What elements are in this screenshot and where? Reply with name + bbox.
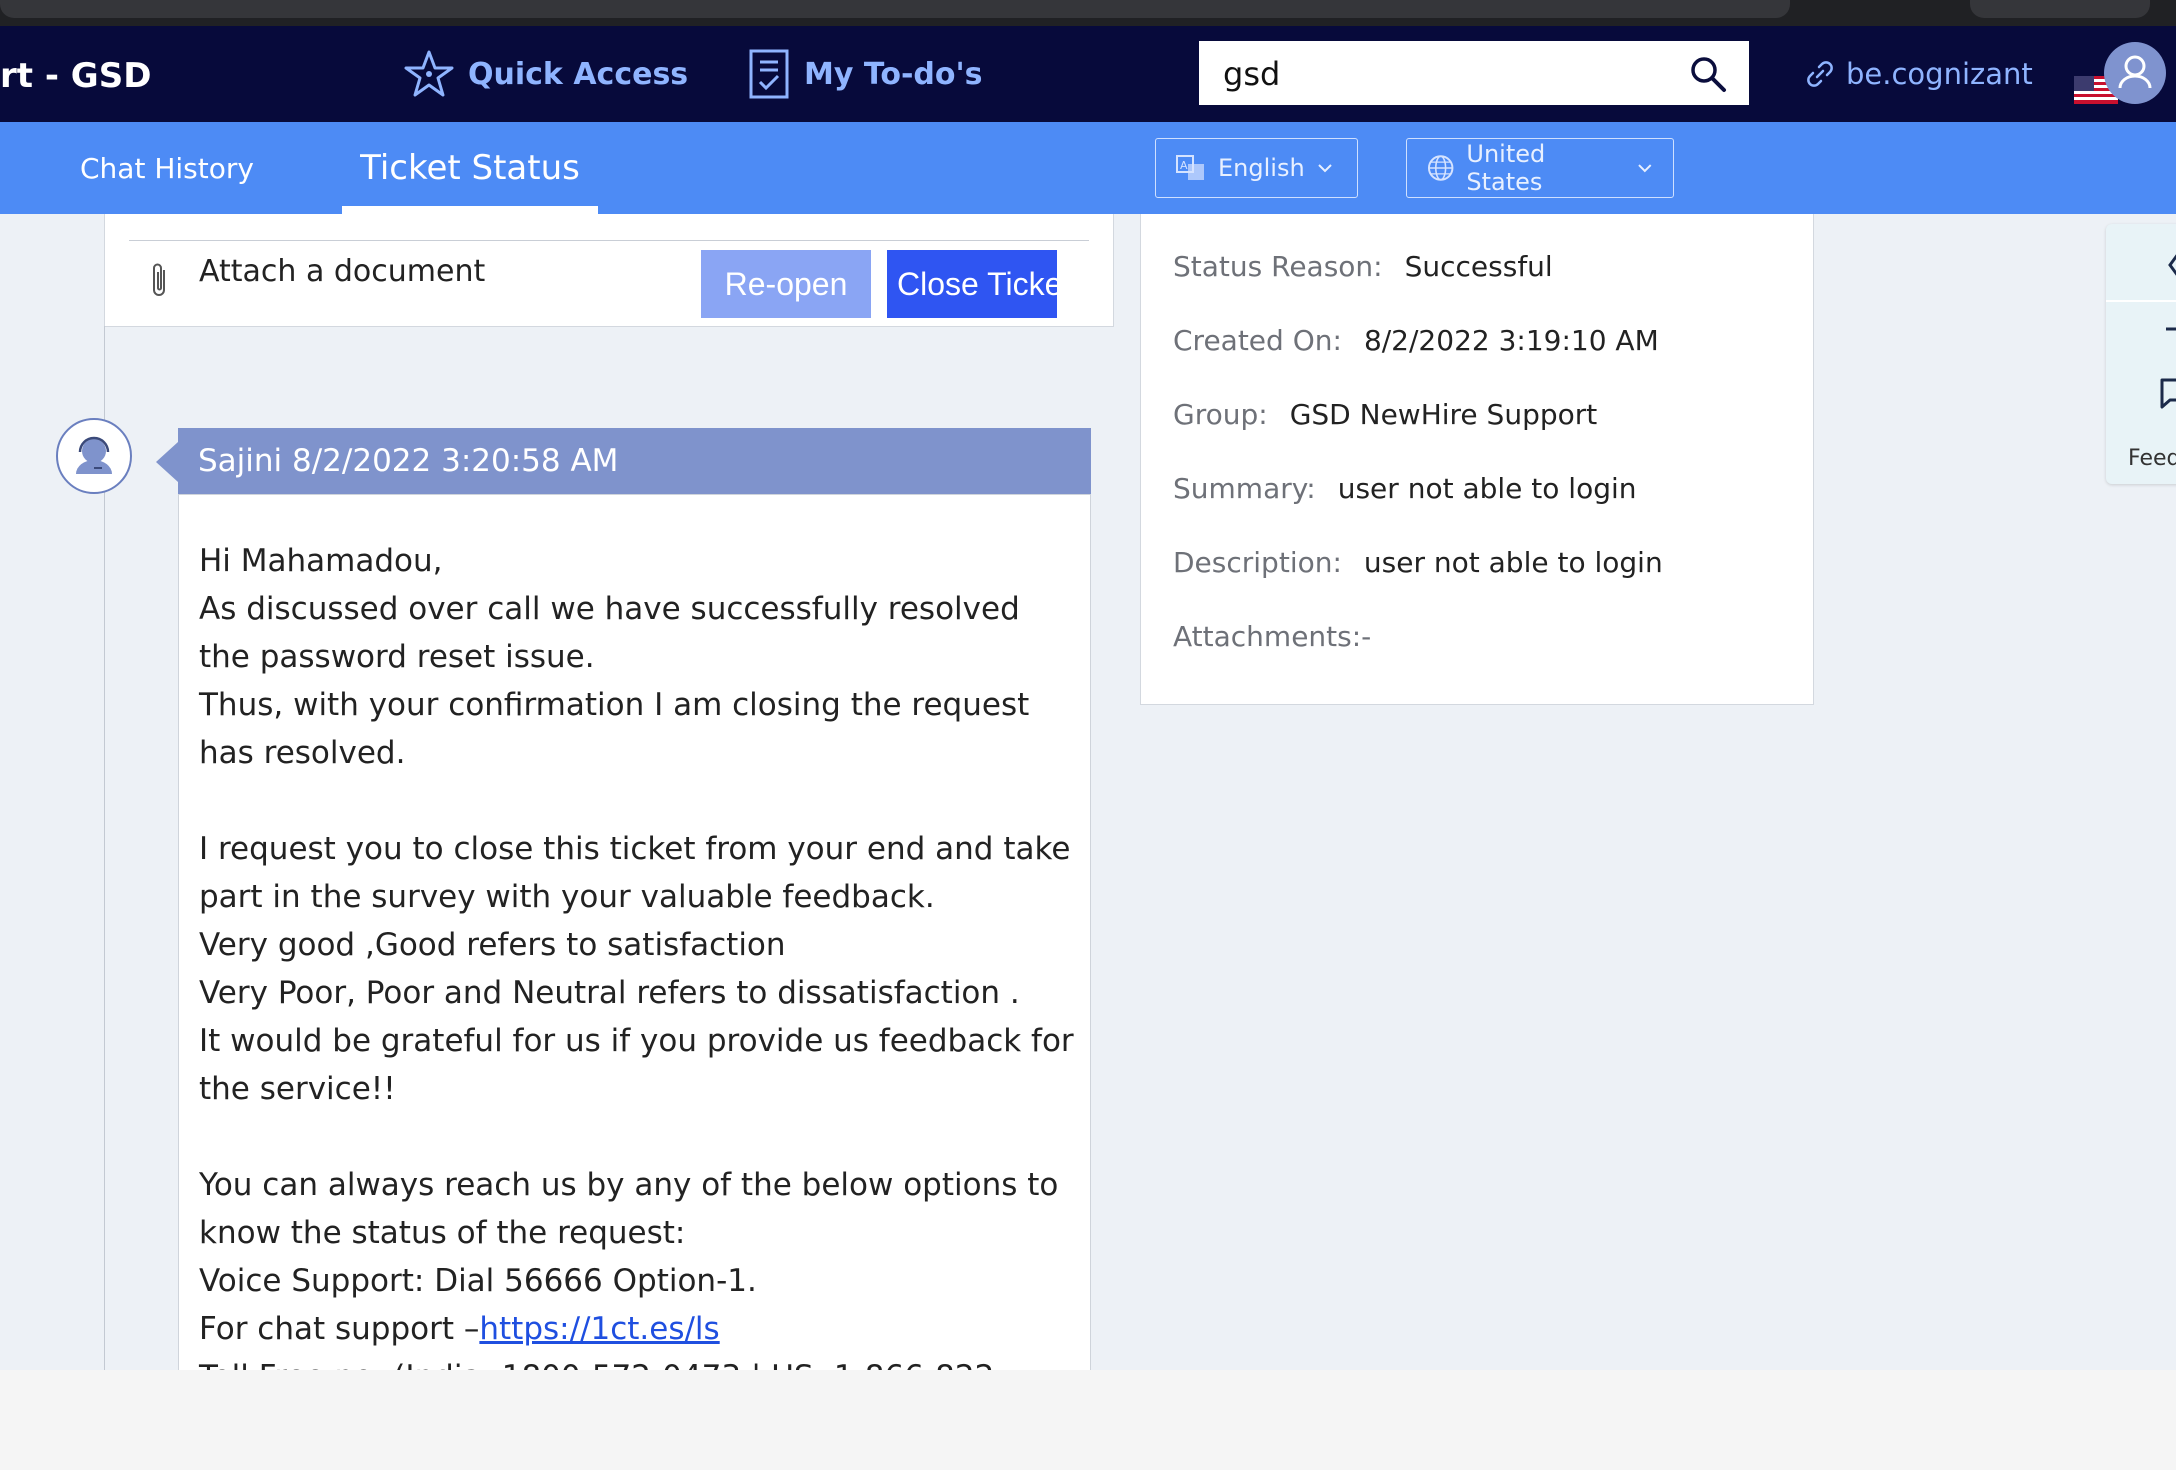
- sub-navigation: Chat History Ticket Status A English Uni…: [0, 122, 2176, 214]
- my-todos-button[interactable]: My To-do's: [748, 44, 983, 104]
- link-icon: [1807, 61, 1833, 87]
- address-bar-edge: [0, 0, 1790, 18]
- minus-icon[interactable]: [2164, 326, 2176, 332]
- chevron-down-icon: [1638, 164, 1652, 173]
- detail-row-created-on: Created On: 8/2/2022 3:19:10 AM: [1173, 324, 1659, 357]
- app-header: rt - GSD Quick Access My To-do's be.cogn…: [0, 26, 2176, 122]
- detail-row-summary: Summary: user not able to login: [1173, 472, 1637, 505]
- detail-value: GSD NewHire Support: [1289, 398, 1598, 431]
- detail-key: Created On:: [1173, 324, 1342, 357]
- detail-value: Successful: [1404, 250, 1553, 283]
- message-pointer: [156, 442, 178, 482]
- search-icon[interactable]: [1689, 55, 1727, 93]
- paperclip-icon[interactable]: [147, 260, 173, 300]
- detail-value: user not able to login: [1363, 546, 1663, 579]
- tab-chat-history[interactable]: Chat History: [80, 122, 254, 214]
- svg-text:A: A: [1180, 159, 1188, 172]
- be-cognizant-label: be.cognizant: [1846, 57, 2033, 91]
- message-header: Sajini 8/2/2022 3:20:58 AM: [178, 428, 1091, 494]
- search-box: [1199, 41, 1749, 107]
- chat-support-prefix: For chat support –: [199, 1311, 480, 1347]
- chevron-icon[interactable]: [2164, 250, 2176, 280]
- quick-access-label: Quick Access: [468, 56, 689, 92]
- detail-value: 8/2/2022 3:19:10 AM: [1363, 324, 1659, 357]
- globe-icon: [1427, 155, 1454, 181]
- detail-value: user not able to login: [1337, 472, 1637, 505]
- message-line: I request you to close this ticket from …: [199, 831, 1071, 915]
- tab-ticket-status[interactable]: Ticket Status: [342, 122, 598, 214]
- chat-support-link[interactable]: https://1ct.es/ls: [479, 1311, 719, 1347]
- agent-icon: [76, 436, 112, 474]
- close-ticket-button[interactable]: Close Ticke: [887, 250, 1057, 318]
- translate-icon: A: [1176, 155, 1204, 180]
- profile-pill: [1970, 0, 2150, 18]
- ticket-action-card: Attach a document Re-open Close Ticke: [104, 214, 1114, 327]
- user-avatar-icon: [2118, 55, 2152, 89]
- quick-access-button[interactable]: Quick Access: [404, 44, 688, 104]
- active-tab-indicator: [342, 206, 598, 214]
- reopen-button[interactable]: Re-open: [701, 250, 871, 318]
- detail-key: Summary:: [1173, 472, 1316, 505]
- message-line: Voice Support: Dial 56666 Option-1.: [199, 1263, 757, 1299]
- message-line: As discussed over call we have successfu…: [199, 591, 1020, 675]
- browser-toolbar-strip: [0, 0, 2176, 26]
- country-value: United States: [1466, 140, 1546, 196]
- feedback-label: Feed: [2128, 446, 2176, 471]
- detail-key: Status Reason:: [1173, 250, 1383, 283]
- chat-support-line: For chat support –https://1ct.es/ls: [199, 1305, 1079, 1353]
- message-line: Thus, with your confirmation I am closin…: [199, 687, 1030, 771]
- message-sender-timestamp: Sajini 8/2/2022 3:20:58 AM: [198, 443, 619, 479]
- star-icon: [404, 50, 454, 97]
- language-select[interactable]: A English: [1155, 138, 1358, 198]
- ticket-details-card: Status Reason: Successful Created On: 8/…: [1140, 214, 1814, 705]
- message-line: It would be grateful for us if you provi…: [199, 1023, 1074, 1107]
- language-value: English: [1218, 154, 1305, 182]
- chevron-down-icon: [1317, 164, 1332, 173]
- user-avatar[interactable]: [2104, 42, 2166, 104]
- chat-bubble-icon[interactable]: [2158, 376, 2176, 410]
- message-line: Very Poor, Poor and Neutral refers to di…: [199, 975, 1020, 1011]
- message-line: Toll Free no: (India: 1800-572-0473 | US…: [199, 1353, 1079, 1370]
- attach-document-link[interactable]: Attach a document: [199, 254, 485, 289]
- message-line: You can always reach us by any of the be…: [199, 1167, 1059, 1251]
- page-bottom-area: [0, 1370, 2176, 1470]
- detail-key: Description:: [1173, 546, 1342, 579]
- search-input[interactable]: [1221, 41, 1665, 107]
- divider: [129, 240, 1089, 241]
- panel-divider: [2106, 300, 2176, 302]
- checklist-icon: [749, 49, 789, 99]
- detail-key: Group:: [1173, 398, 1268, 431]
- detail-row-description: Description: user not able to login: [1173, 546, 1663, 579]
- country-select[interactable]: United States: [1406, 138, 1674, 198]
- my-todos-label: My To-do's: [804, 56, 983, 92]
- detail-key: Attachments:-: [1173, 620, 1372, 653]
- feedback-side-panel[interactable]: Feed: [2106, 224, 2176, 484]
- main-content: Attach a document Re-open Close Ticke Sa…: [0, 214, 2176, 1370]
- message-line: Very good ,Good refers to satisfaction: [199, 927, 786, 963]
- message-text: Hi Mahamadou, As discussed over call we …: [199, 537, 1079, 1370]
- message-line: Hi Mahamadou,: [199, 543, 443, 579]
- app-title: rt - GSD: [0, 56, 152, 96]
- detail-row-attachments: Attachments:-: [1173, 620, 1371, 653]
- agent-avatar: [56, 418, 132, 494]
- be-cognizant-link[interactable]: be.cognizant: [1806, 44, 2033, 104]
- detail-row-status-reason: Status Reason: Successful: [1173, 250, 1553, 283]
- detail-row-group: Group: GSD NewHire Support: [1173, 398, 1597, 431]
- message-body: Hi Mahamadou, As discussed over call we …: [178, 494, 1091, 1370]
